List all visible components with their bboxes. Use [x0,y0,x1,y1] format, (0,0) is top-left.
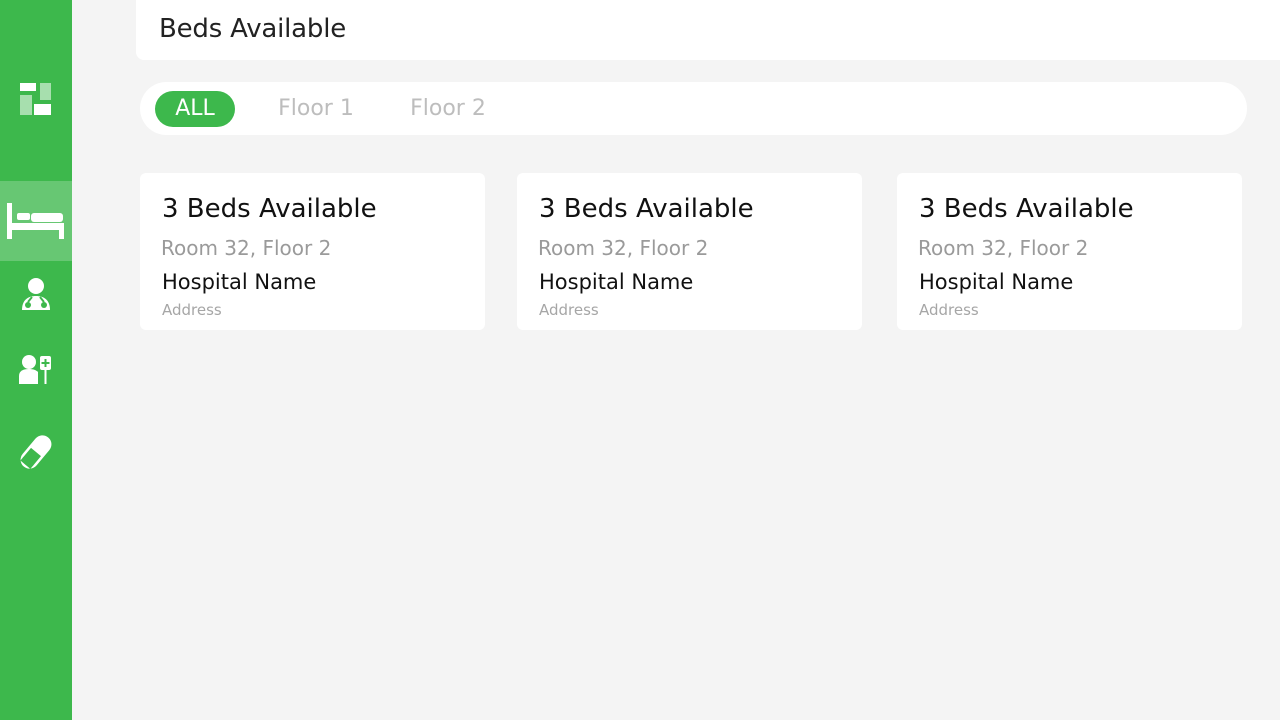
tab-floor-1[interactable]: Floor 1 [278,91,354,127]
patient-iv-icon [19,354,53,386]
bed-card[interactable]: 3 Beds Available Room 32, Floor 2 Hospit… [517,173,862,330]
hospital-name: Hospital Name [539,270,694,294]
app-logo-icon[interactable] [18,80,54,118]
bed-card[interactable]: 3 Beds Available Room 32, Floor 2 Hospit… [140,173,485,330]
page-title: Beds Available [159,14,347,44]
sidebar-item-beds[interactable] [0,181,72,261]
sidebar-item-doctors[interactable] [0,254,72,334]
beds-available-count: 3 Beds Available [539,194,754,224]
beds-available-count: 3 Beds Available [162,194,377,224]
tab-all[interactable]: ALL [155,91,235,127]
room-location: Room 32, Floor 2 [161,236,332,260]
room-location: Room 32, Floor 2 [918,236,1089,260]
hospital-address: Address [919,301,979,319]
beds-available-count: 3 Beds Available [919,194,1134,224]
floor-tabs: ALL Floor 1 Floor 2 [140,82,1247,135]
hospital-address: Address [539,301,599,319]
room-location: Room 32, Floor 2 [538,236,709,260]
sidebar-item-patients[interactable] [0,330,72,410]
pill-icon [19,432,53,472]
sidebar-item-medicine[interactable] [0,412,72,492]
bed-icon [7,201,65,241]
sidebar [0,0,72,720]
hospital-name: Hospital Name [919,270,1074,294]
bed-card[interactable]: 3 Beds Available Room 32, Floor 2 Hospit… [897,173,1242,330]
doctor-icon [20,276,52,312]
hospital-address: Address [162,301,222,319]
tab-floor-2[interactable]: Floor 2 [408,91,488,127]
hospital-name: Hospital Name [162,270,317,294]
header: Beds Available [136,0,1280,60]
